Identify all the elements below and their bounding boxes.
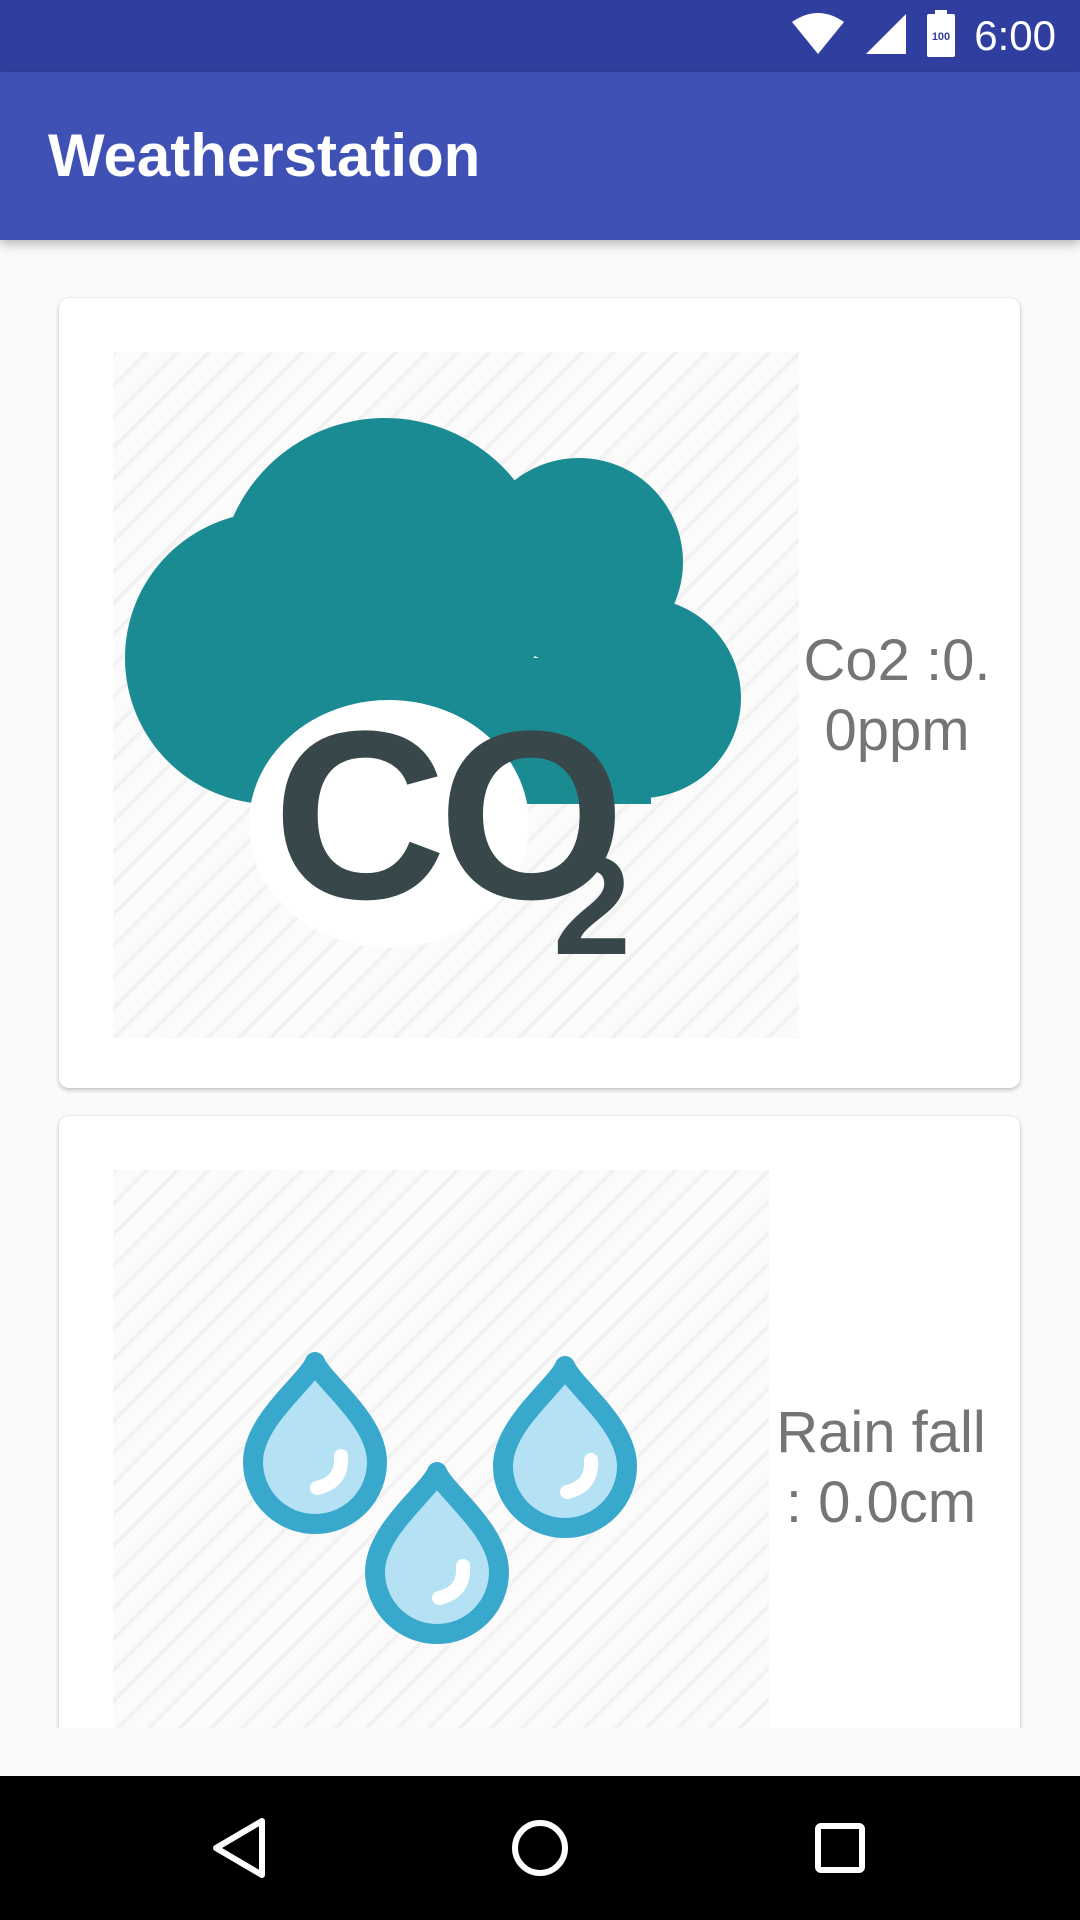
- rain-card[interactable]: Rain fall : 0.0cm: [59, 1116, 1020, 1728]
- co2-card[interactable]: CO 2 Co2 :0.0ppm: [59, 298, 1020, 1088]
- app-title: Weatherstation: [48, 122, 481, 189]
- battery-icon: 100: [926, 9, 956, 63]
- rain-image: [113, 1170, 769, 1728]
- rain-reading: Rain fall : 0.0cm: [776, 1400, 986, 1535]
- status-bar: 100 6:00: [0, 0, 1080, 72]
- co2-reading: Co2 :0.0ppm: [803, 628, 991, 763]
- recents-icon: [815, 1823, 865, 1873]
- cellular-signal-icon: [864, 12, 908, 61]
- back-icon: [213, 1818, 265, 1878]
- recents-button[interactable]: [768, 1776, 912, 1920]
- rain-drops-icon: [113, 1170, 769, 1728]
- rain-drop-right: [503, 1366, 627, 1528]
- wifi-icon: [790, 12, 846, 61]
- status-time: 6:00: [974, 12, 1056, 59]
- navigation-bar: [0, 1776, 1080, 1920]
- rain-drop-center: [375, 1472, 499, 1634]
- battery-level-text: 100: [932, 31, 950, 43]
- co2-cloud-icon: CO 2: [125, 418, 741, 984]
- home-icon: [512, 1820, 568, 1876]
- co2-image: CO 2: [113, 352, 799, 1038]
- back-button[interactable]: [168, 1776, 312, 1920]
- status-icons: 100 6:00: [790, 0, 1056, 72]
- rain-drop-left: [253, 1362, 377, 1524]
- app-bar: Weatherstation: [0, 72, 1080, 240]
- home-button[interactable]: [468, 1776, 612, 1920]
- app-screen: 100 6:00 Weatherstation CO 2 Co2:0.0ppm…: [0, 0, 1080, 1920]
- co2-icon-subscript: 2: [553, 827, 631, 984]
- card-list[interactable]: CO 2 Co2 :0.0ppm Rain fall: 0.0cm: [0, 240, 1080, 1728]
